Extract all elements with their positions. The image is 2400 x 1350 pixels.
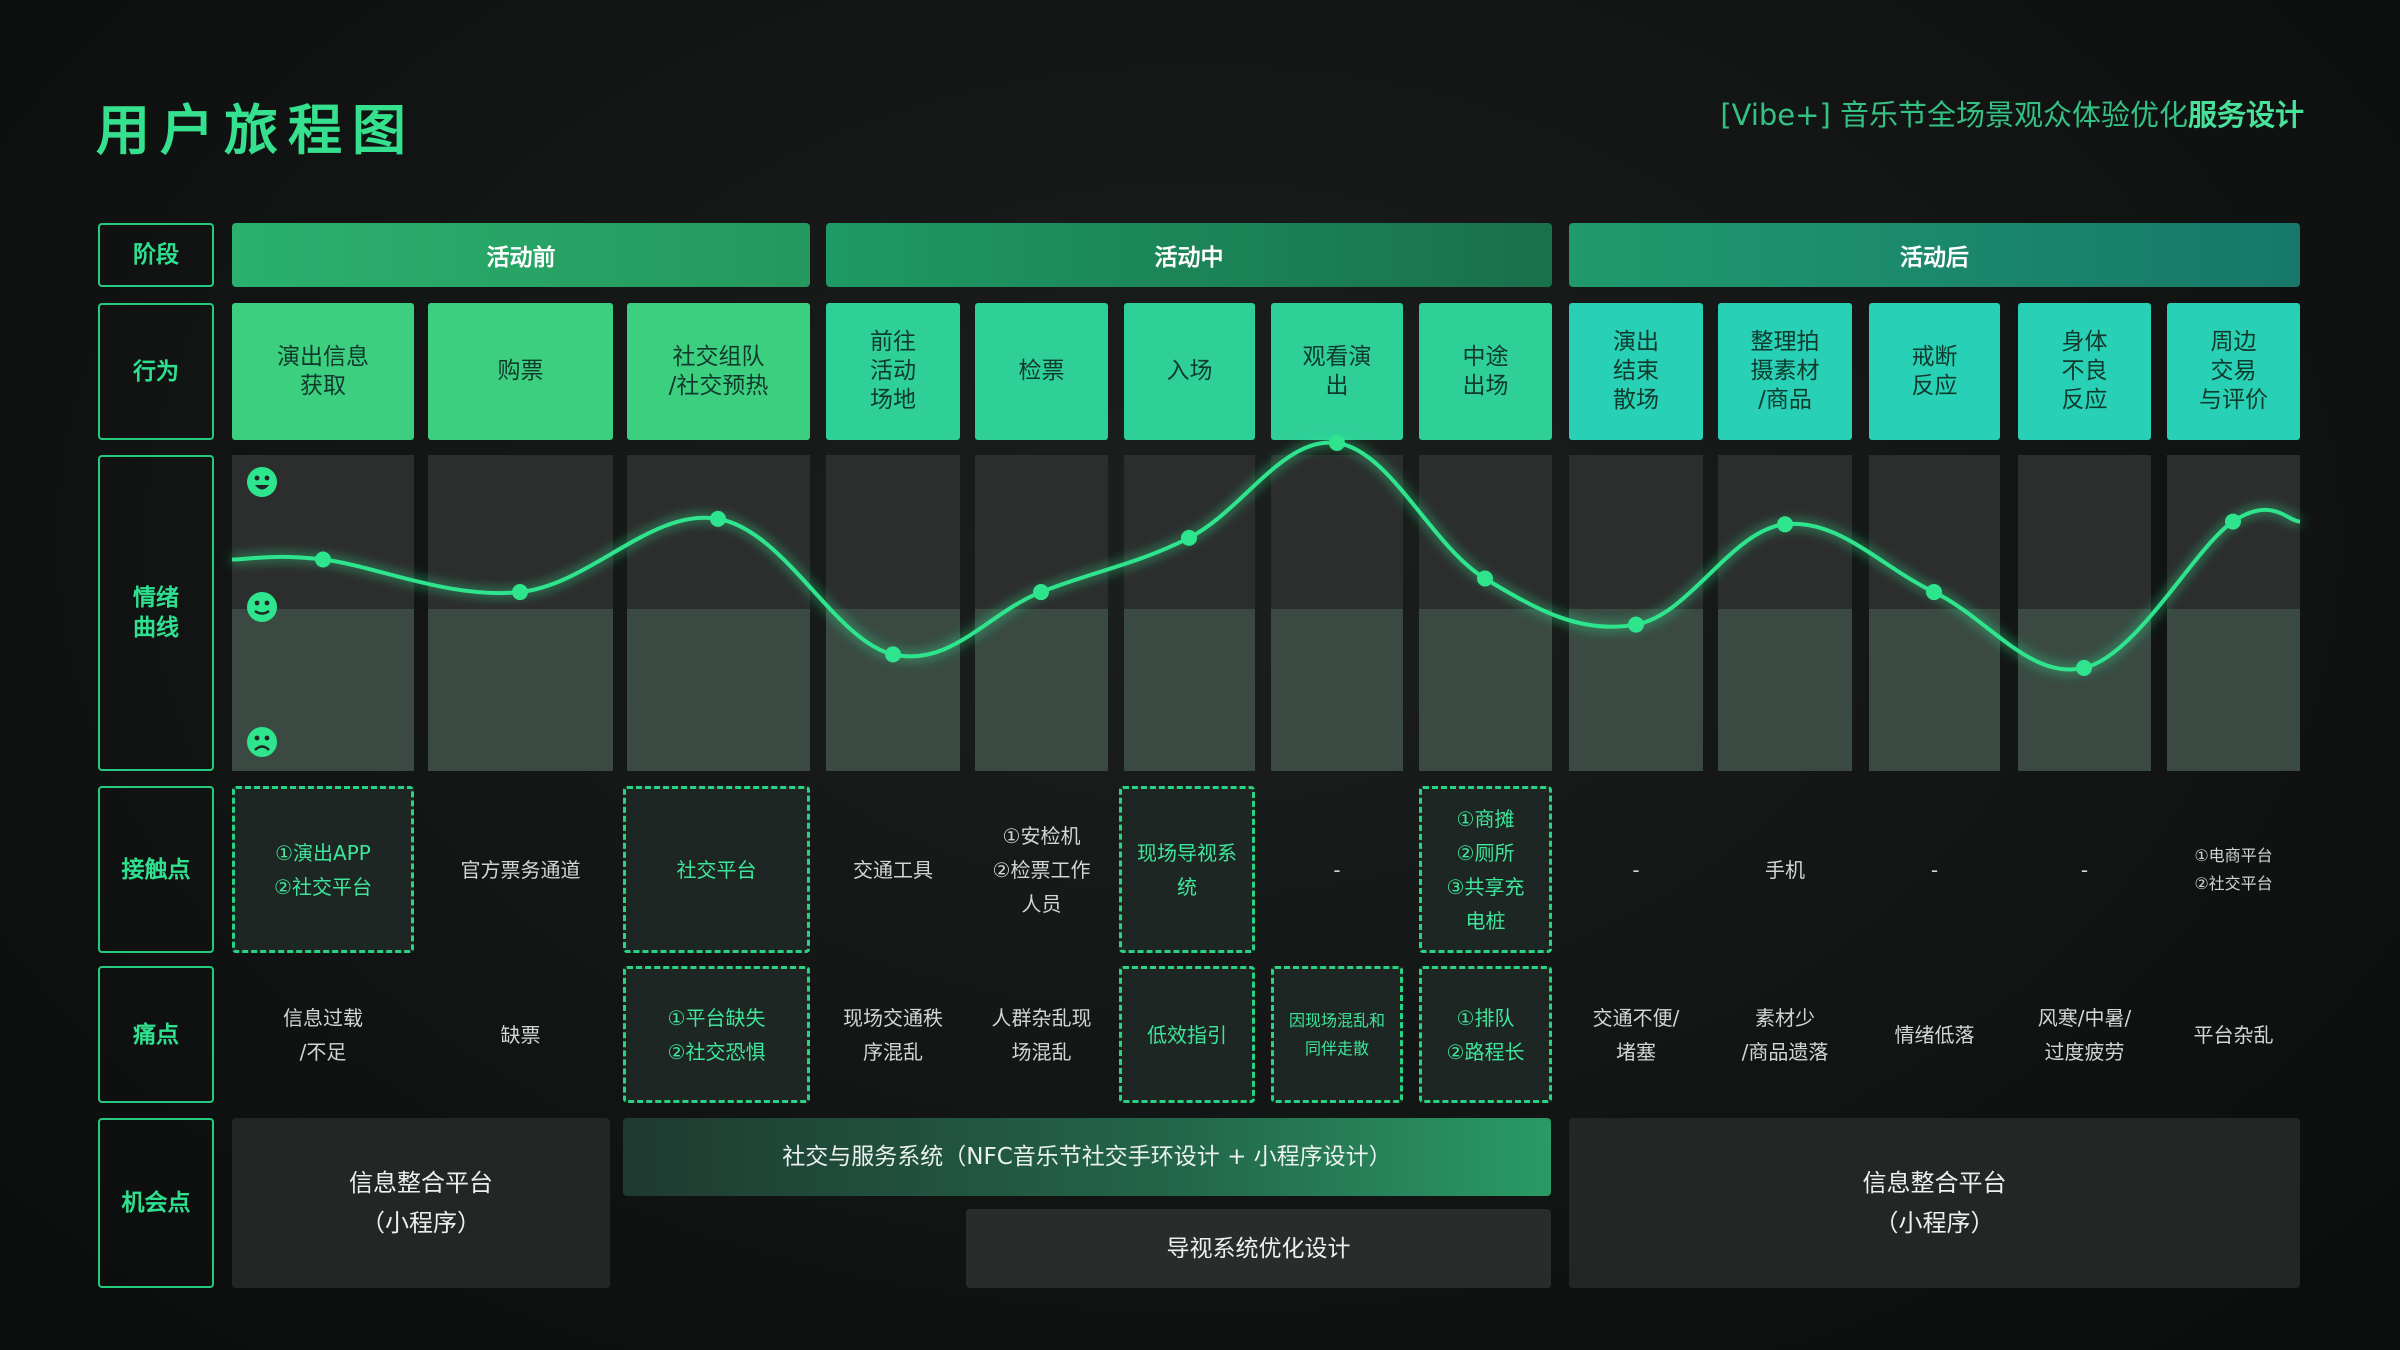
painpoint-cell: 情绪低落 — [1894, 1022, 1975, 1047]
neutral-face-icon — [247, 592, 277, 622]
emotion-point — [1628, 616, 1644, 633]
painpoint-cell: ①平台缺失 ②社交恐惧 — [623, 966, 810, 1103]
emotion-point — [2076, 659, 2092, 676]
touchpoint-cell: ①电商平台 ②社交平台 — [2194, 845, 2273, 893]
emotion-point — [1181, 529, 1197, 546]
emotion-point — [2225, 513, 2241, 530]
painpoint-cell: 风寒/中暑/ 过度疲劳 — [2037, 1005, 2132, 1064]
touchpoint-cell: ①演出APP ②社交平台 — [232, 786, 414, 953]
emotion-point — [1329, 435, 1345, 451]
touchpoint-cell: 官方票务通道 — [460, 857, 581, 882]
opportunity-social-service-system: 社交与服务系统（NFC音乐节社交手环设计 + 小程序设计） — [623, 1118, 1551, 1196]
painpoint-cell: 现场交通秩 序混乱 — [843, 1005, 943, 1064]
painpoint-cell: 平台杂乱 — [2193, 1022, 2274, 1047]
touchpoint-cell: 交通工具 — [853, 857, 933, 882]
opportunity-guide-system: 导视系统优化设计 — [966, 1209, 1551, 1288]
touchpoint-cell: - — [1632, 857, 1640, 882]
sad-face-icon — [247, 727, 277, 757]
touchpoint-cell: ①商摊 ②厕所 ③共享充 电桩 — [1419, 786, 1552, 953]
touchpoint-cell: - — [2080, 857, 2089, 882]
touchpoint-cell: - — [1333, 857, 1341, 882]
emotion-point — [1477, 570, 1493, 587]
touchpoint-cell: 手机 — [1765, 857, 1805, 882]
opportunity-info-platform-right: 信息整合平台 （小程序） — [1569, 1118, 2300, 1288]
touchpoint-cell: - — [1930, 857, 1939, 882]
emotion-point — [512, 584, 528, 601]
painpoint-cell: 信息过载 /不足 — [283, 1005, 363, 1064]
painpoint-cell: 人群杂乱现 场混乱 — [991, 1005, 1092, 1064]
touchpoint-cell: 社交平台 — [623, 786, 810, 953]
painpoint-cell: 缺票 — [500, 1022, 541, 1047]
touchpoint-cell: 现场导视系 统 — [1119, 786, 1255, 953]
touchpoint-cell: ①安检机 ②检票工作 人员 — [992, 823, 1091, 916]
painpoint-cell: 交通不便/ 堵塞 — [1592, 1005, 1680, 1064]
emotion-point — [885, 646, 901, 663]
painpoint-cell: 素材少 /商品遗落 — [1741, 1005, 1829, 1064]
emotion-point — [1777, 516, 1793, 533]
painpoint-cell: 因现场混乱和 同伴走散 — [1271, 966, 1403, 1103]
happy-face-icon — [247, 467, 277, 497]
painpoint-cell: ①排队 ②路程长 — [1419, 966, 1552, 1103]
emotion-point — [315, 551, 331, 568]
emotion-point — [1926, 584, 1942, 601]
emotion-curve-line — [231, 440, 2301, 672]
emotion-point — [710, 510, 726, 527]
opportunity-info-platform-left: 信息整合平台 （小程序） — [232, 1118, 610, 1288]
emotion-point — [1033, 584, 1049, 601]
painpoint-cell: 低效指引 — [1119, 966, 1255, 1103]
